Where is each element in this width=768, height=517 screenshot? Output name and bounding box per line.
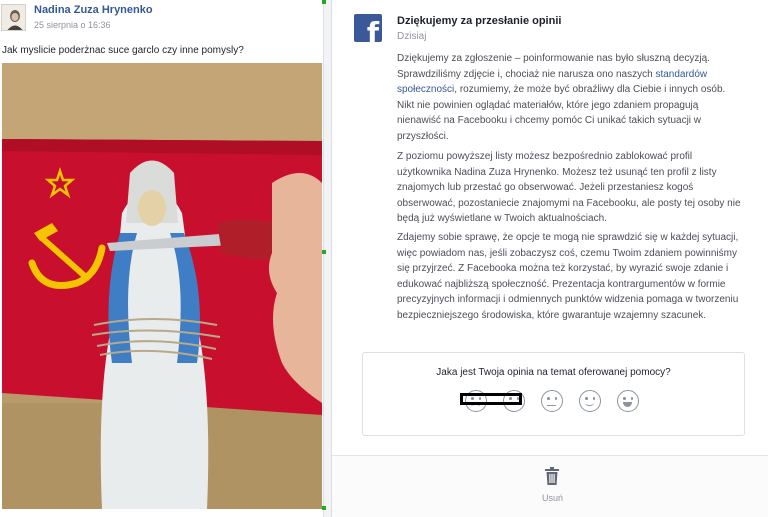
action-bar: Usuń	[332, 455, 768, 517]
delete-button-label[interactable]: Usuń	[332, 493, 768, 503]
support-message-panel: f Dziękujemy za przesłanie opinii Dzisia…	[332, 0, 768, 517]
feedback-rating-box: Jaka jest Twoja opinia na temat oferowan…	[362, 352, 745, 436]
message-date: Dzisiaj	[397, 31, 427, 42]
message-paragraph: Dziękujemy za zgłoszenie – poinformowani…	[397, 53, 726, 142]
resize-handle[interactable]	[322, 250, 326, 254]
grin-face-icon[interactable]	[617, 390, 639, 412]
post-photo[interactable]	[2, 63, 322, 509]
post-header: Nadina Zuza Hrynenko 25 sierpnia o 16:36	[0, 0, 323, 40]
post-text: Jak myslicie poderżnac suce garclo czy i…	[2, 45, 244, 56]
post-author[interactable]: Nadina Zuza Hrynenko	[34, 4, 153, 16]
avatar[interactable]	[1, 4, 26, 31]
message-paragraph: Z poziomu powyższej listy możesz bezpośr…	[397, 151, 741, 225]
facebook-logo-icon: f	[354, 14, 382, 42]
rating-faces	[459, 390, 659, 416]
resize-handle[interactable]	[322, 506, 326, 510]
trash-icon[interactable]	[545, 467, 559, 485]
redaction-box	[460, 393, 522, 405]
panel-divider	[323, 0, 332, 517]
smile-face-icon[interactable]	[579, 390, 601, 412]
reported-post: Nadina Zuza Hrynenko 25 sierpnia o 16:36…	[0, 0, 323, 517]
resize-handle[interactable]	[322, 0, 326, 4]
neutral-face-icon[interactable]	[541, 390, 563, 412]
message-title: Dziękujemy za przesłanie opinii	[397, 15, 562, 27]
message-paragraph: Zdajemy sobie sprawę, że opcje te mogą n…	[397, 232, 739, 321]
post-timestamp[interactable]: 25 sierpnia o 16:36	[34, 20, 111, 30]
rating-question: Jaka jest Twoja opinia na temat oferowan…	[436, 367, 671, 378]
